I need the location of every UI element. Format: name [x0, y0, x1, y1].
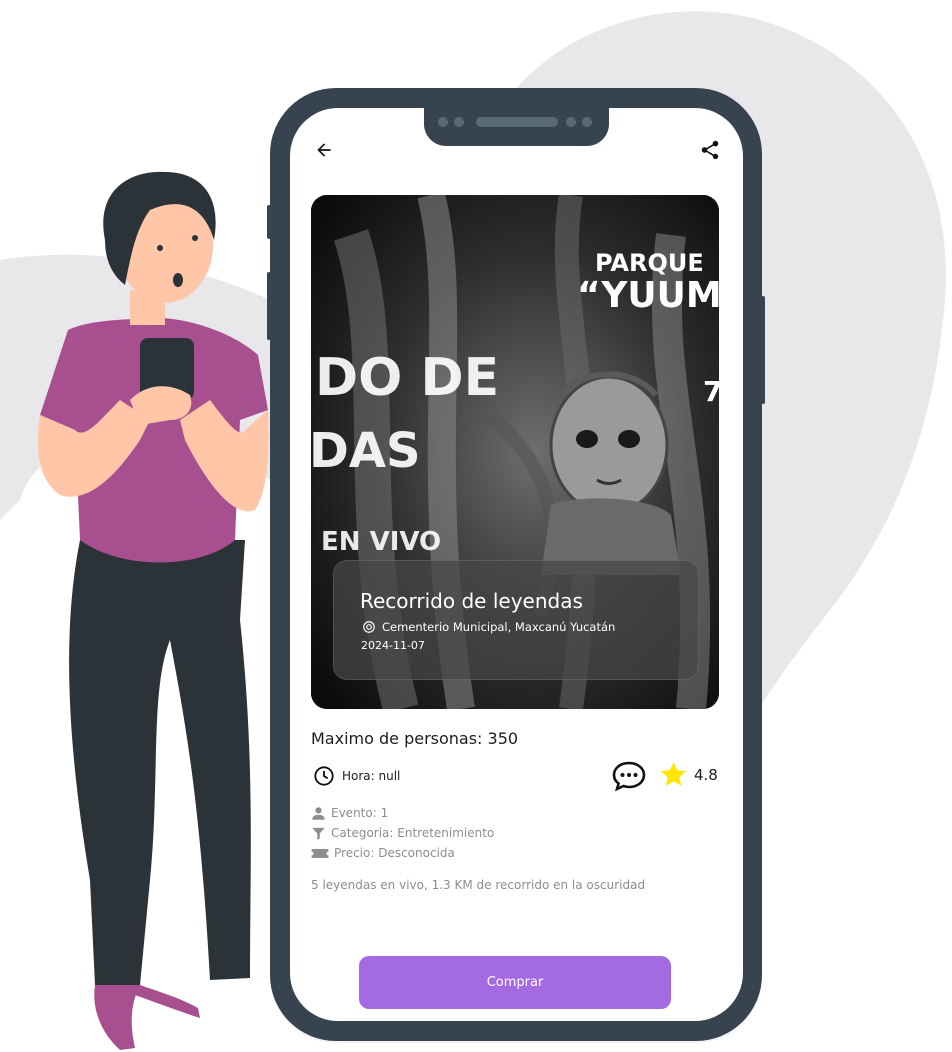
rating-row: 4.8 [658, 759, 718, 790]
comments-button[interactable] [612, 760, 646, 792]
poster-line-brand: “YUUM [577, 275, 719, 316]
price-label: Precio: Desconocida [334, 846, 455, 860]
event-description: 5 leyendas en vivo, 1.3 KM de recorrido … [311, 878, 646, 892]
back-arrow-icon [317, 143, 331, 157]
event-info-card: Recorrido de leyendas Cementerio Municip… [333, 560, 699, 680]
filter-icon [312, 827, 325, 840]
event-location-text: Cementerio Municipal, Maxcanú Yucatán [382, 620, 616, 634]
hour-row: Hora: null [313, 765, 400, 787]
share-button[interactable] [696, 136, 724, 164]
poster-title-fragment-2: DAS [311, 423, 421, 479]
event-location: Cementerio Municipal, Maxcanú Yucatán [362, 620, 615, 634]
poster-side-digit: 7 [703, 375, 719, 408]
share-icon [701, 140, 719, 160]
location-icon [363, 621, 375, 633]
price-row: Precio: Desconocida [311, 843, 494, 863]
event-count-row: Evento: 1 [311, 803, 494, 823]
event-date: 2024-11-07 [361, 639, 425, 652]
person-icon [312, 806, 325, 820]
ticket-icon [311, 848, 329, 858]
event-meta: Evento: 1 Categoria: Entretenimiento Pre… [311, 803, 494, 863]
event-count-label: Evento: 1 [331, 806, 389, 820]
poster-subtitle-fragment: EN VIVO [321, 527, 441, 557]
buy-button[interactable]: Comprar [359, 956, 671, 1009]
event-title: Recorrido de leyendas [360, 589, 583, 613]
chat-icon [612, 761, 646, 792]
category-label: Categoria: Entretenimiento [331, 826, 495, 840]
poster-line-top: PARQUE [595, 249, 704, 277]
star-icon [660, 762, 687, 786]
back-button[interactable] [310, 136, 338, 164]
max-people: Maximo de personas: 350 [311, 729, 519, 748]
clock-icon [314, 766, 334, 786]
hour-label: Hora: null [342, 769, 401, 783]
category-row: Categoria: Entretenimiento [311, 823, 494, 843]
rating-value: 4.8 [694, 765, 718, 784]
poster-title-fragment-1: DO DE [315, 348, 499, 408]
phone-notch [424, 106, 609, 146]
